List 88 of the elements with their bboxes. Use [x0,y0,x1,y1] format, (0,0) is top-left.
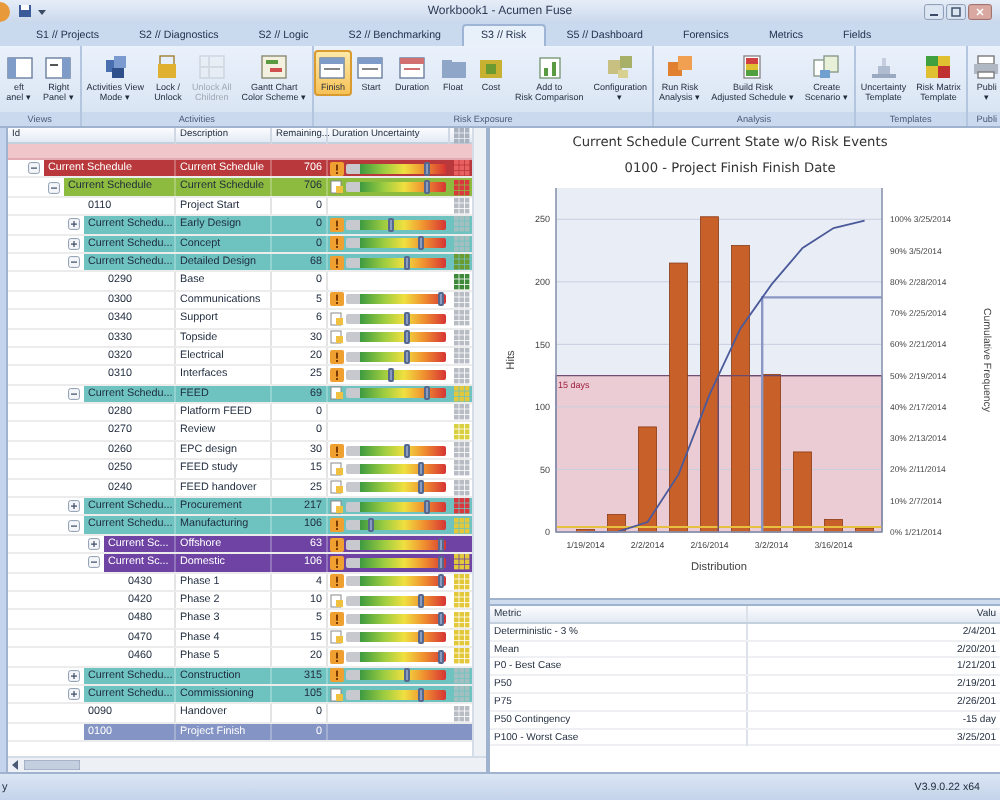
slider-thumb[interactable] [403,255,409,270]
warning-icon [330,555,344,570]
chart-icon [535,54,564,80]
expand-icon[interactable] [68,218,80,231]
scroll-left-icon[interactable] [12,760,20,770]
lock-icon [153,54,182,80]
expand-icon[interactable] [68,669,80,682]
printer-icon [972,54,1000,80]
slider-thumb[interactable] [418,480,424,495]
matrix-icon [924,54,953,80]
warning-icon [330,537,344,552]
slider-thumb[interactable] [403,443,409,458]
bar-chart-icon [738,54,767,80]
warning-icon [330,292,344,307]
slider-thumb[interactable] [438,649,444,664]
note-icon [330,687,344,702]
panel-icon [5,54,33,80]
slider-thumb[interactable] [438,292,444,307]
minimize-icon[interactable] [924,3,944,19]
warning-icon [330,518,344,533]
grid-icon [197,54,226,80]
dice-icon [666,54,695,80]
note-icon [330,630,344,645]
gears-icon [606,54,635,80]
slider-thumb[interactable] [438,537,444,552]
note-icon [330,593,344,608]
folder-icon [439,54,467,80]
caret-icon[interactable] [38,7,46,15]
warning-icon [330,217,344,232]
warning-icon [330,443,344,458]
slider-thumb[interactable] [368,518,374,533]
calendar-icon [318,54,347,80]
expand-icon[interactable] [68,500,80,513]
warning-icon [330,649,344,664]
collapse-icon[interactable] [68,387,80,400]
calendar-icon [397,54,426,80]
scroll-thumb[interactable] [24,760,80,770]
panel-icon [44,54,73,80]
slider-thumb[interactable] [418,630,424,645]
slider-thumb[interactable] [418,236,424,251]
chart-icon [260,54,289,80]
grid-icon [453,128,469,144]
warning-icon [330,236,344,251]
slider-thumb[interactable] [388,217,394,232]
collapse-icon[interactable] [48,181,60,194]
note-icon [330,386,344,401]
coins-icon [477,54,505,80]
bar [638,426,657,533]
expand-icon[interactable] [68,237,80,250]
warning-icon [330,368,344,382]
collapse-icon[interactable] [68,519,80,532]
slider-thumb[interactable] [423,161,429,176]
warning-icon [330,161,344,176]
note-icon [330,180,344,195]
collapse-icon[interactable] [88,556,100,569]
slider-thumb[interactable] [423,386,429,401]
slider-thumb[interactable] [403,311,409,326]
warning-icon [330,612,344,627]
triangle-chart-icon [869,54,898,80]
slider-thumb[interactable] [403,349,409,364]
slider-thumb[interactable] [438,612,444,627]
scrollbar[interactable] [472,128,486,756]
slider-thumb[interactable] [423,499,429,514]
slider-thumb[interactable] [403,668,409,683]
slider-thumb[interactable] [418,593,424,608]
slider-thumb[interactable] [438,555,444,570]
close-icon[interactable] [968,3,992,19]
slider-thumb[interactable] [438,574,444,589]
scrollbar[interactable] [8,756,486,772]
slider-thumb[interactable] [418,461,424,476]
warning-icon [330,574,344,589]
expand-icon[interactable] [68,688,80,701]
expand-icon[interactable] [88,538,100,550]
maximize-icon[interactable] [946,3,966,19]
collapse-icon[interactable] [68,256,80,269]
collapse-icon[interactable] [28,162,40,175]
bar [793,451,812,533]
slider-thumb[interactable] [388,368,394,382]
save-icon[interactable] [18,4,32,18]
slider-thumb[interactable] [403,330,409,345]
warning-icon [330,255,344,270]
slider-thumb[interactable] [418,687,424,702]
warning-icon [330,349,344,364]
calendar-icon [356,54,385,80]
cards-icon [812,54,841,80]
cubes-icon [101,54,130,80]
warning-icon [330,668,344,683]
slider-thumb[interactable] [423,180,429,195]
